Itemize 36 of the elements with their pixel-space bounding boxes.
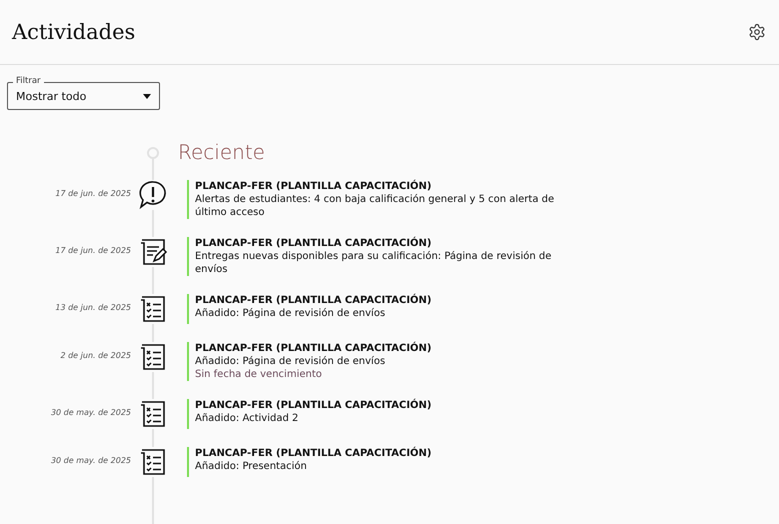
activity-description: Añadido: Actividad 2 — [195, 412, 300, 425]
activity-description: Añadido: Presentación — [195, 460, 308, 473]
activity-description: Añadido: Página de revisión de envíos — [195, 355, 386, 368]
caret-icon — [143, 94, 151, 98]
activity-date: 17 de jun. de 2025 — [54, 188, 131, 200]
course-name: PLANCAP-FER (PLANTILLA CAPACITACIÓN) — [195, 399, 432, 412]
course-name: PLANCAP-FER (PLANTILLA CAPACITACIÓN) — [195, 342, 432, 355]
activity-date: 2 de jun. de 2025 — [59, 350, 131, 362]
activity-card[interactable]: PLANCAP-FER (PLANTILLA CAPACITACIÓN) Añadido: Actividad 2 — [187, 399, 567, 429]
activity-card[interactable]: PLANCAP-FER (PLANTILLA CAPACITACIÓN) Alertas de estudiantes: 4 con baja calificación general y 5 con alerta de último acceso — [187, 180, 567, 219]
document-pencil-icon — [138, 237, 168, 267]
checklist-icon — [138, 294, 168, 324]
activity-card[interactable]: PLANCAP-FER (PLANTILLA CAPACITACIÓN) Añadido: Página de revisión de envíos Sin fecha de vencimiento — [187, 342, 567, 381]
activity-description: Alertas de estudiantes: 4 con baja calificación general y 5 con alerta de último acceso — [195, 193, 556, 219]
checklist-icon — [138, 342, 168, 372]
course-name: PLANCAP-FER (PLANTILLA CAPACITACIÓN) — [195, 237, 432, 250]
page-title: Actividades — [12, 20, 136, 44]
settings-icon[interactable] — [748, 23, 766, 41]
checklist-icon — [138, 447, 168, 477]
checklist-icon — [138, 399, 168, 429]
due-date-note: Sin fecha de vencimiento — [195, 368, 323, 381]
activity-card[interactable]: PLANCAP-FER (PLANTILLA CAPACITACIÓN) Añadido: Página de revisión de envíos — [187, 294, 567, 324]
timeline-dot — [147, 147, 159, 159]
course-name: PLANCAP-FER (PLANTILLA CAPACITACIÓN) — [195, 180, 432, 193]
activity-date: 30 de may. de 2025 — [50, 407, 131, 419]
activity-date: 17 de jun. de 2025 — [54, 245, 131, 257]
activity-date: 30 de may. de 2025 — [50, 455, 131, 467]
activity-card[interactable]: PLANCAP-FER (PLANTILLA CAPACITACIÓN) Añadido: Presentación — [187, 447, 567, 477]
course-name: PLANCAP-FER (PLANTILLA CAPACITACIÓN) — [195, 294, 432, 307]
activity-card[interactable]: PLANCAP-FER (PLANTILLA CAPACITACIÓN) Entregas nuevas disponibles para su calificación: Página de revisión de envíos — [187, 237, 567, 276]
course-name: PLANCAP-FER (PLANTILLA CAPACITACIÓN) — [195, 447, 432, 460]
activity-description: Añadido: Página de revisión de envíos — [195, 307, 386, 320]
filter-dropdown[interactable]: Mostrar todo — [7, 82, 160, 110]
activity-description: Entregas nuevas disponibles para su calificación: Página de revisión de envíos — [195, 250, 552, 276]
section-title: Reciente — [178, 140, 266, 164]
activity-date: 13 de jun. de 2025 — [54, 302, 131, 314]
